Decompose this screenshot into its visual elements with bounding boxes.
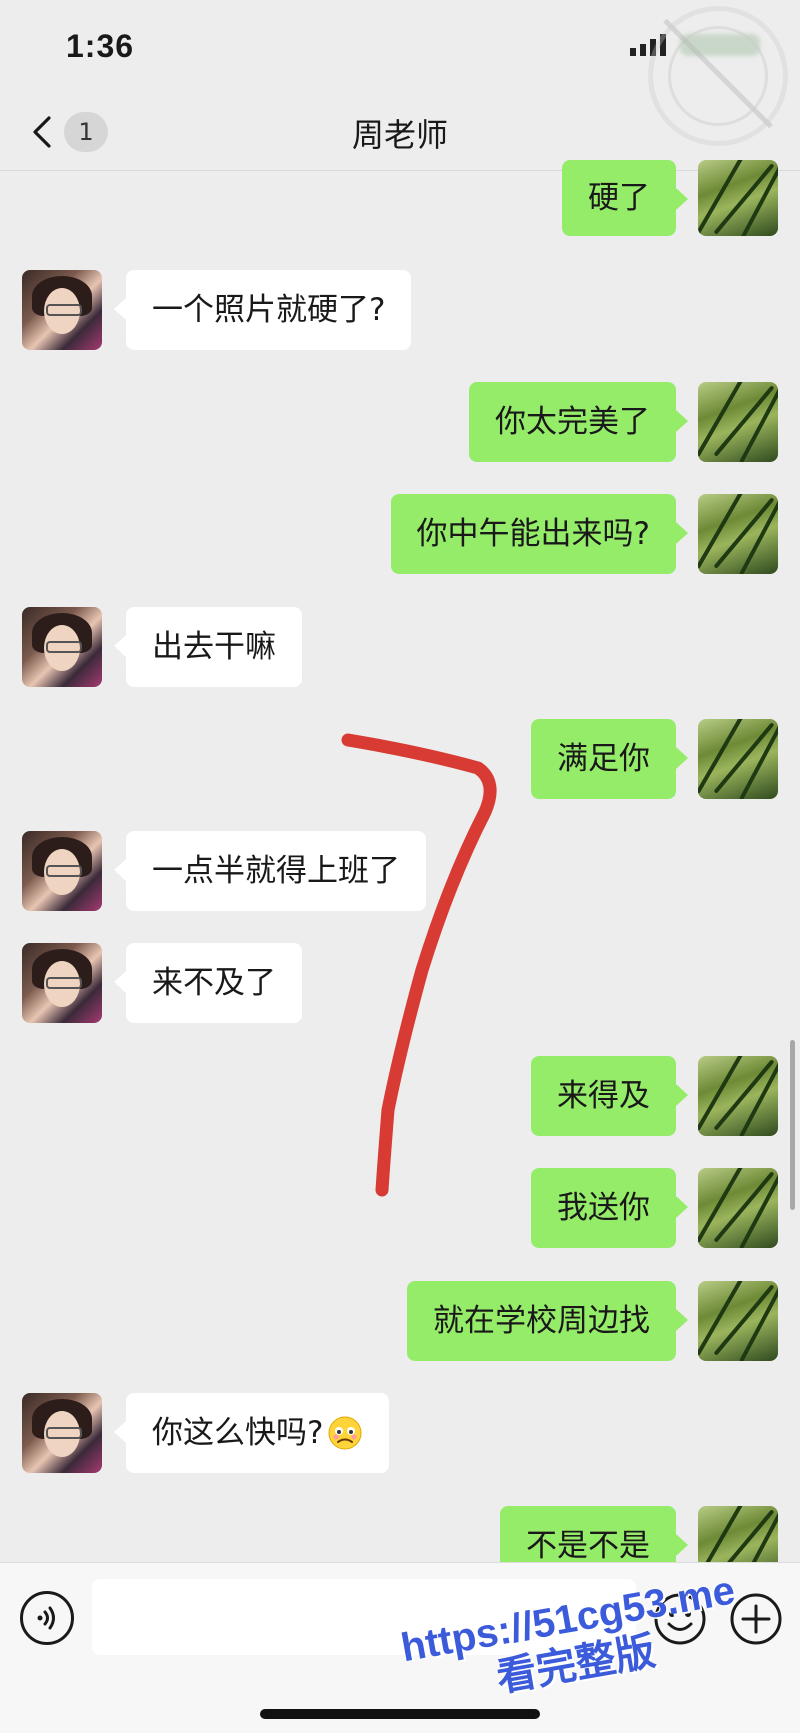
avatar[interactable] <box>22 943 102 1023</box>
message-row: 硬了 <box>0 160 800 240</box>
avatar[interactable] <box>698 1281 778 1361</box>
message-bubble[interactable]: 你太完美了 <box>469 382 688 462</box>
message-bubble[interactable]: 你中午能出来吗? <box>390 494 689 574</box>
message-row: 你这么快吗? <box>0 1393 800 1473</box>
message-bubble[interactable]: 来不及了 <box>114 943 302 1023</box>
avatar[interactable] <box>698 1056 778 1136</box>
message-row: 你太完美了 <box>0 382 800 462</box>
message-bubble[interactable]: 来得及 <box>531 1056 688 1136</box>
avatar[interactable] <box>698 1168 778 1248</box>
avatar[interactable] <box>698 1506 778 1562</box>
plus-button[interactable] <box>728 1591 784 1647</box>
message-input[interactable] <box>92 1579 636 1655</box>
message-bubble[interactable]: 一个照片就硬了? <box>113 270 412 350</box>
message-row: 来不及了 <box>0 943 800 1023</box>
message-row: 你中午能出来吗? <box>0 494 800 574</box>
message-row: 一个照片就硬了? <box>0 270 800 350</box>
message-bubble[interactable]: 就在学校周边找 <box>407 1281 688 1361</box>
voice-icon <box>37 1606 55 1630</box>
voice-button[interactable] <box>20 1591 74 1645</box>
message-row: 我送你 <box>0 1168 800 1248</box>
worried-face-icon <box>328 1416 362 1449</box>
input-bar <box>0 1562 800 1733</box>
avatar[interactable] <box>22 1393 102 1473</box>
message-bubble[interactable]: 一点半就得上班了 <box>114 831 426 911</box>
message-bubble[interactable]: 不是不是 <box>500 1506 688 1562</box>
status-time: 1:36 <box>66 28 135 64</box>
message-row: 出去干嘛 <box>0 607 800 687</box>
message-text: 你这么快吗? <box>152 1415 324 1451</box>
avatar[interactable] <box>698 160 778 236</box>
emoji-button[interactable] <box>652 1591 708 1647</box>
message-bubble[interactable]: 硬了 <box>562 160 688 236</box>
message-row: 不是不是 <box>0 1506 800 1562</box>
message-bubble[interactable]: 出去干嘛 <box>114 607 302 687</box>
message-bubble[interactable]: 我送你 <box>531 1168 688 1248</box>
avatar[interactable] <box>22 831 102 911</box>
avatar[interactable] <box>22 607 102 687</box>
message-row: 一点半就得上班了 <box>0 831 800 911</box>
avatar[interactable] <box>698 719 778 799</box>
scroll-indicator[interactable] <box>790 1040 795 1210</box>
watermark-seal-icon <box>648 6 788 146</box>
home-indicator <box>260 1709 540 1719</box>
avatar[interactable] <box>698 494 778 574</box>
message-row: 来得及 <box>0 1056 800 1136</box>
message-row: 就在学校周边找 <box>0 1281 800 1361</box>
message-row: 满足你 <box>0 719 800 799</box>
avatar[interactable] <box>698 382 778 462</box>
message-bubble[interactable]: 满足你 <box>531 719 688 799</box>
avatar[interactable] <box>22 270 102 350</box>
message-bubble[interactable]: 你这么快吗? <box>113 1393 390 1473</box>
